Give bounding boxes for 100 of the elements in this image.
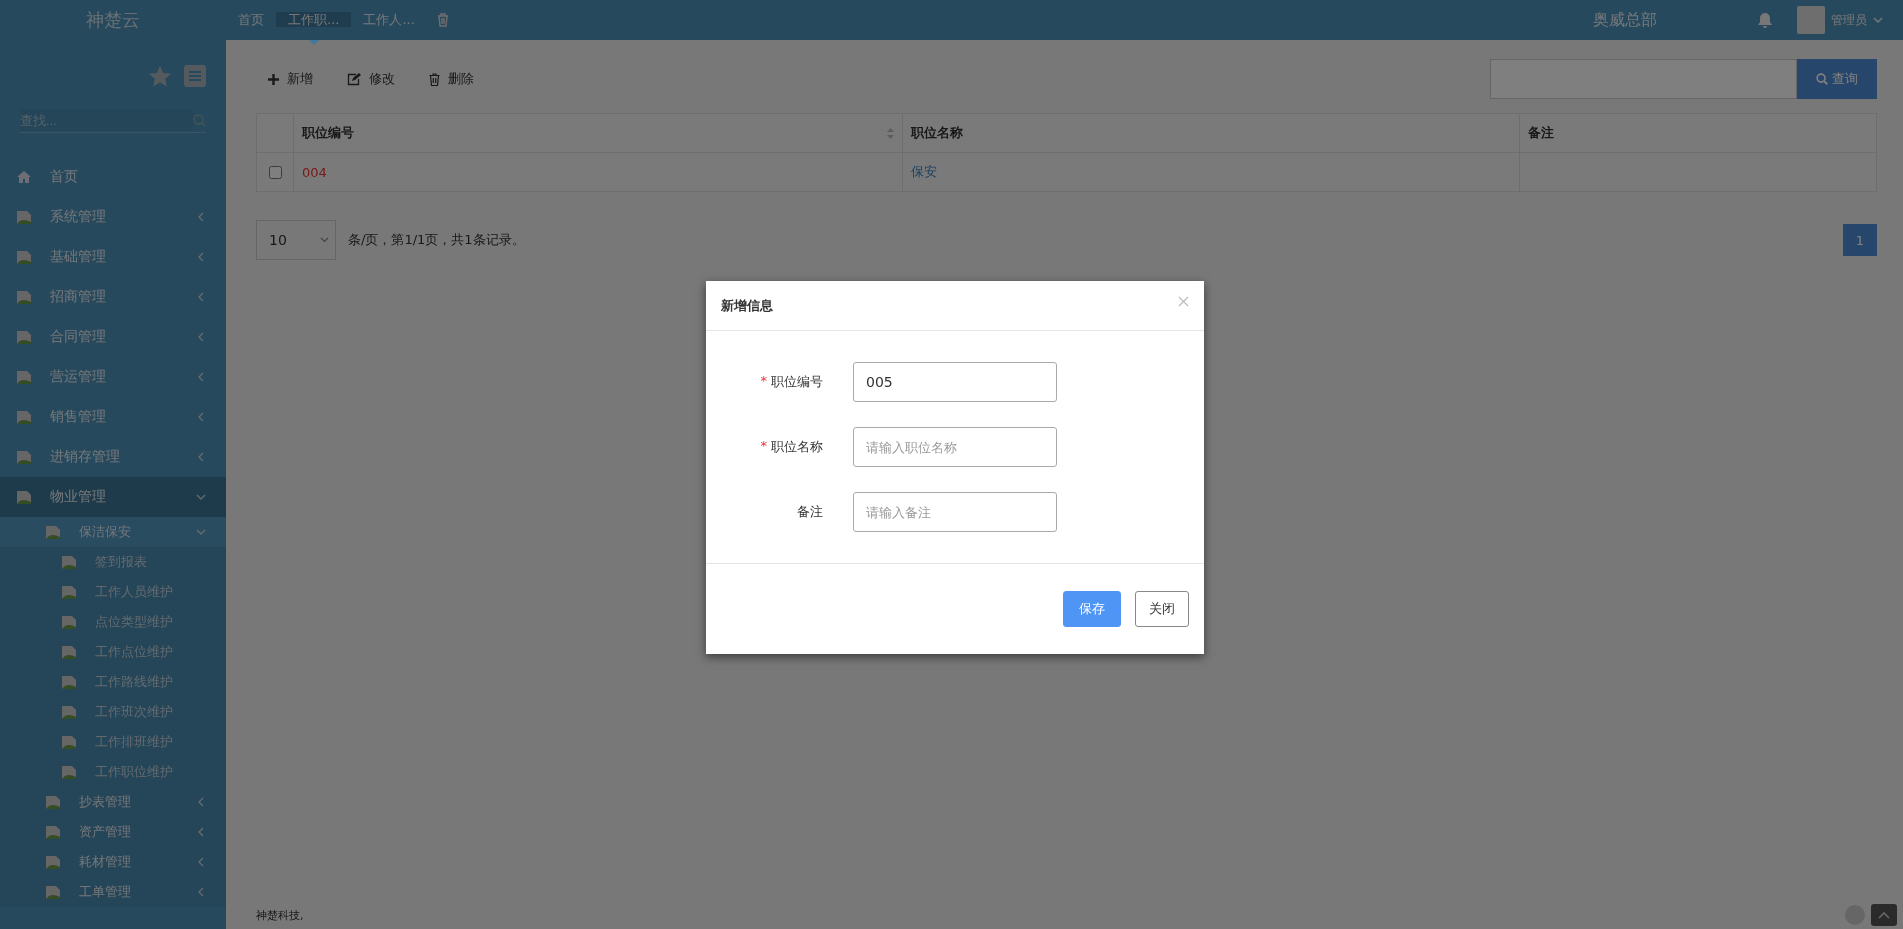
menu-item[interactable]: 工作排班维护 xyxy=(0,727,226,757)
search-icon xyxy=(1816,73,1828,85)
chevron-icon xyxy=(196,827,206,837)
image-icon xyxy=(45,854,61,870)
table-cell: 004 xyxy=(302,164,327,180)
chevron-icon xyxy=(196,372,206,382)
menu-item[interactable]: 营运管理 xyxy=(0,357,226,397)
field-label: 职位编号 xyxy=(771,373,823,391)
scroll-top-button[interactable] xyxy=(1871,904,1897,926)
image-icon xyxy=(61,764,77,780)
menu-item[interactable]: 工作职位维护 xyxy=(0,757,226,787)
image-icon xyxy=(61,614,77,630)
image-icon xyxy=(16,289,32,305)
chevron-icon xyxy=(196,292,206,302)
toolbar-button[interactable]: 新增 xyxy=(256,66,325,92)
user-name[interactable]: 管理员 xyxy=(1831,11,1867,29)
chevron-icon xyxy=(196,797,206,807)
required-mark: * xyxy=(760,438,767,455)
close-button[interactable]: 关闭 xyxy=(1135,591,1189,627)
bell-icon[interactable] xyxy=(1757,11,1773,29)
chevron-up-icon xyxy=(1878,911,1890,919)
input-field[interactable]: 请输入备注 xyxy=(853,492,1057,532)
sort-icon[interactable] xyxy=(887,127,894,139)
tab-pointer-icon xyxy=(308,40,319,45)
field-label: 职位名称 xyxy=(771,438,823,456)
search-field[interactable] xyxy=(1490,59,1797,99)
edit-icon xyxy=(347,72,361,86)
menu-item[interactable]: 耗材管理 xyxy=(0,847,226,877)
menu-item[interactable]: 物业管理 xyxy=(0,477,226,517)
chevron-icon xyxy=(196,887,206,897)
save-button[interactable]: 保存 xyxy=(1063,591,1121,627)
avatar[interactable] xyxy=(1797,6,1825,34)
image-icon xyxy=(16,489,32,505)
footer-text: 神楚科技, xyxy=(256,907,304,923)
menu-item[interactable]: 资产管理 xyxy=(0,817,226,847)
image-icon xyxy=(16,369,32,385)
caret-icon[interactable] xyxy=(1873,16,1883,24)
chevron-icon xyxy=(196,452,206,462)
column-header[interactable]: 职位名称 xyxy=(902,113,1520,153)
row-checkbox[interactable] xyxy=(269,165,282,179)
menu-item[interactable]: 系统管理 xyxy=(0,197,226,237)
image-icon xyxy=(45,884,61,900)
chevron-icon xyxy=(196,492,206,502)
home-icon xyxy=(16,170,32,184)
input-field[interactable]: 请输入职位名称 xyxy=(853,427,1057,467)
organization-name: 奥威总部 xyxy=(1593,9,1657,31)
image-icon xyxy=(61,644,77,660)
pagination-summary: 条/页，第1/1页，共1条记录。 xyxy=(348,231,525,249)
menu-item[interactable]: 进销存管理 xyxy=(0,437,226,477)
brand-logo[interactable]: 神楚云 xyxy=(0,8,226,32)
close-icon[interactable] xyxy=(1178,296,1189,307)
menu-item[interactable]: 点位类型维护 xyxy=(0,607,226,637)
menu-item[interactable]: 销售管理 xyxy=(0,397,226,437)
image-icon xyxy=(61,584,77,600)
chevron-icon xyxy=(196,412,206,422)
menu-item[interactable]: 工作路线维护 xyxy=(0,667,226,697)
image-icon xyxy=(61,674,77,690)
page-tab[interactable]: 首页 xyxy=(226,12,276,27)
image-icon xyxy=(16,449,32,465)
query-button[interactable]: 查询 xyxy=(1797,59,1877,99)
caret-icon xyxy=(320,237,329,243)
search-icon[interactable] xyxy=(193,113,206,127)
page-tab[interactable]: 工作人... xyxy=(351,12,427,27)
page-size-select[interactable]: 10 xyxy=(256,220,336,260)
field-label: 备注 xyxy=(797,503,823,521)
menu-item[interactable]: 招商管理 xyxy=(0,277,226,317)
menu-item[interactable]: 工作点位维护 xyxy=(0,637,226,667)
page-button[interactable]: 1 xyxy=(1843,224,1877,256)
trash-icon xyxy=(429,72,440,86)
list-icon[interactable] xyxy=(184,65,206,87)
image-icon xyxy=(61,704,77,720)
column-header[interactable]: 备注 xyxy=(1519,113,1877,153)
menu-item[interactable]: 工作班次维护 xyxy=(0,697,226,727)
trash-icon[interactable] xyxy=(436,13,449,27)
toolbar-button[interactable]: 删除 xyxy=(417,66,486,92)
menu-item[interactable]: 抄表管理 xyxy=(0,787,226,817)
cell-link[interactable]: 保安 xyxy=(911,164,937,179)
page-tab[interactable]: 工作职... xyxy=(276,12,352,27)
required-mark: * xyxy=(760,373,767,390)
menu-item[interactable]: 工单管理 xyxy=(0,877,226,907)
chevron-icon xyxy=(196,527,206,537)
image-icon xyxy=(61,734,77,750)
image-icon xyxy=(61,554,77,570)
column-header[interactable]: 职位编号 xyxy=(293,113,903,153)
dialog-title: 新增信息 xyxy=(721,296,773,315)
chevron-icon xyxy=(196,857,206,867)
image-icon xyxy=(16,209,32,225)
image-icon xyxy=(45,794,61,810)
image-icon xyxy=(45,524,61,540)
image-icon xyxy=(45,824,61,840)
image-icon xyxy=(16,249,32,265)
toolbar-button[interactable]: 修改 xyxy=(335,66,407,92)
menu-item[interactable]: 基础管理 xyxy=(0,237,226,277)
chevron-icon xyxy=(196,212,206,222)
input-field[interactable]: 005 xyxy=(853,362,1057,402)
menu-item[interactable]: 签到报表 xyxy=(0,547,226,577)
menu-item[interactable]: 首页 xyxy=(0,157,226,197)
star-icon[interactable] xyxy=(148,64,172,88)
menu-item[interactable]: 合同管理 xyxy=(0,317,226,357)
chevron-icon xyxy=(196,332,206,342)
